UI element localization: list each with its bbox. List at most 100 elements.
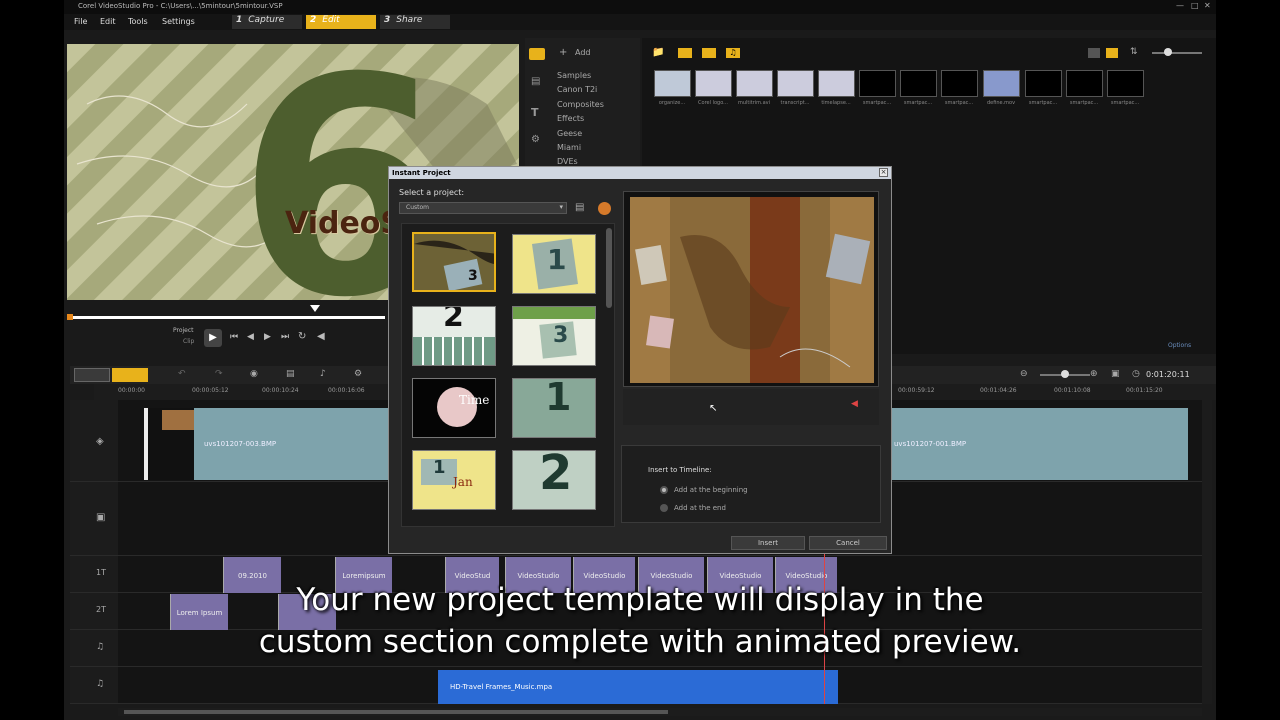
play-button[interactable]: ▶ xyxy=(204,329,222,347)
library-thumb-6[interactable] xyxy=(859,70,896,97)
end-icon[interactable]: ⏭ xyxy=(281,332,289,342)
video-clip-thumbnail[interactable] xyxy=(144,408,196,480)
zoom-out-icon[interactable]: ⊖ xyxy=(1020,369,1028,379)
project-template-list[interactable]: 3 1 2 3 Time 1 1 Jan 2 xyxy=(401,223,615,527)
template-tile[interactable]: 1 Jan xyxy=(412,450,496,510)
timecode-display[interactable]: 0:01:20:11 xyxy=(1146,370,1190,379)
add-folder-label[interactable]: Add xyxy=(575,48,591,57)
video-clip[interactable]: uvs101207-001.BMP xyxy=(890,408,1188,480)
timeline-view-button[interactable] xyxy=(112,368,148,382)
timeline-horizontal-scrollbar[interactable] xyxy=(118,708,1202,716)
video-filter-icon[interactable] xyxy=(678,48,692,58)
volume-icon[interactable]: ◀ xyxy=(851,399,858,409)
minimize-icon[interactable]: — xyxy=(1176,1,1184,10)
template-tile[interactable]: 1 xyxy=(512,234,596,294)
menu-settings[interactable]: Settings xyxy=(162,17,195,26)
library-thumb-2[interactable] xyxy=(695,70,732,97)
instant-project-icon[interactable]: ▤ xyxy=(531,76,540,87)
library-category-samples[interactable]: Samples xyxy=(557,71,591,80)
close-icon[interactable]: ✕ xyxy=(1204,1,1211,10)
radio-beginning[interactable] xyxy=(660,486,668,494)
maximize-icon[interactable]: □ xyxy=(1191,1,1199,10)
template-tile[interactable]: 1 xyxy=(512,378,596,438)
folder-icon[interactable]: 📁 xyxy=(652,47,664,58)
library-thumb-1[interactable] xyxy=(654,70,691,97)
tab-share[interactable]: 3 Share xyxy=(380,15,450,29)
menu-file[interactable]: File xyxy=(74,17,87,26)
import-project-icon[interactable]: ▤ xyxy=(575,202,584,213)
library-thumb-8[interactable] xyxy=(941,70,978,97)
auto-music-icon[interactable]: ♪ xyxy=(320,369,326,379)
menu-tools[interactable]: Tools xyxy=(128,17,148,26)
audio-filter-icon[interactable]: ♫ xyxy=(726,48,740,58)
add-folder-icon[interactable]: + xyxy=(559,47,567,58)
timeline-scroll-thumb[interactable] xyxy=(124,710,668,714)
radio-end-label[interactable]: Add at the end xyxy=(674,504,726,512)
project-mode-label[interactable]: Project xyxy=(173,327,194,334)
radio-end[interactable] xyxy=(660,504,668,512)
record-icon[interactable]: ◉ xyxy=(250,369,258,379)
template-tile-selected[interactable]: 3 xyxy=(412,232,496,292)
library-category-canon[interactable]: Canon T2i xyxy=(557,85,597,94)
trim-marker-in[interactable] xyxy=(67,314,73,320)
library-thumb-4[interactable] xyxy=(777,70,814,97)
template-tile[interactable]: 3 xyxy=(512,306,596,366)
zoom-handle[interactable] xyxy=(1061,370,1069,378)
library-thumb-12[interactable] xyxy=(1107,70,1144,97)
track-manager-icon[interactable]: ⚙ xyxy=(354,369,362,379)
photo-filter-icon[interactable] xyxy=(702,48,716,58)
template-list-scrollbar[interactable] xyxy=(606,228,612,308)
undo-icon[interactable]: ↶ xyxy=(178,369,186,379)
template-tile[interactable]: 2 xyxy=(512,450,596,510)
next-frame-icon[interactable]: ▶ xyxy=(264,332,271,342)
tab-edit[interactable]: 2 Edit xyxy=(306,15,376,29)
options-button[interactable]: Options xyxy=(1168,342,1191,349)
zoom-in-icon[interactable]: ⊕ xyxy=(1090,369,1098,379)
clip-mode-label[interactable]: Clip xyxy=(183,338,194,345)
library-thumb-7[interactable] xyxy=(900,70,937,97)
radio-beginning-label[interactable]: Add at the beginning xyxy=(674,486,748,494)
thumbnail-size-slider[interactable] xyxy=(1152,52,1202,54)
repeat-icon[interactable]: ↻ xyxy=(298,331,306,342)
sort-icon[interactable]: ⇅ xyxy=(1130,47,1138,57)
video-track-header[interactable]: ◈ xyxy=(70,400,118,482)
library-category-miami[interactable]: Miami xyxy=(557,143,581,152)
menu-edit[interactable]: Edit xyxy=(100,17,116,26)
template-tile[interactable]: 2 xyxy=(412,306,496,366)
title-icon[interactable]: T xyxy=(531,106,539,119)
overlay-track-header[interactable]: ▣ xyxy=(70,482,118,556)
web-templates-icon[interactable] xyxy=(598,202,611,215)
library-category-geese[interactable]: Geese xyxy=(557,129,582,138)
storyboard-view-button[interactable] xyxy=(74,368,110,382)
scrub-handle[interactable] xyxy=(310,305,320,312)
mixer-icon[interactable]: ▤ xyxy=(286,369,295,379)
redo-icon[interactable]: ↷ xyxy=(215,369,223,379)
template-tile[interactable]: Time xyxy=(412,378,496,438)
library-thumb-3[interactable] xyxy=(736,70,773,97)
thumbnail-view-icon[interactable] xyxy=(1106,48,1118,58)
media-icon[interactable] xyxy=(529,48,545,60)
volume-icon[interactable]: ◀ xyxy=(317,331,325,342)
thumbnail-size-handle[interactable] xyxy=(1164,48,1172,56)
cancel-button[interactable]: Cancel xyxy=(809,536,887,550)
dialog-close-button[interactable]: × xyxy=(879,168,888,177)
library-thumb-10[interactable] xyxy=(1025,70,1062,97)
project-category-dropdown[interactable]: Custom ▾ xyxy=(399,202,567,214)
video-clip[interactable]: uvs101207-003.BMP xyxy=(194,408,388,480)
music-clip[interactable]: HD-Travel Frames_Music.mpa xyxy=(438,670,838,704)
library-thumb-5[interactable] xyxy=(818,70,855,97)
library-thumb-11[interactable] xyxy=(1066,70,1103,97)
graphic-icon[interactable]: ⚙ xyxy=(531,134,540,145)
tab-capture[interactable]: 1 Capture xyxy=(232,15,302,29)
scrub-bar[interactable] xyxy=(67,300,389,324)
library-category-dves[interactable]: DVEs xyxy=(557,157,578,166)
previous-frame-icon[interactable]: ◀ xyxy=(247,332,254,342)
library-category-effects[interactable]: Effects xyxy=(557,114,584,123)
library-category-composites[interactable]: Composites xyxy=(557,100,604,109)
insert-button[interactable]: Insert xyxy=(731,536,805,550)
list-view-icon[interactable] xyxy=(1088,48,1100,58)
home-icon[interactable]: ⏮ xyxy=(230,332,238,342)
music-track-header[interactable]: ♫ xyxy=(70,667,118,704)
fit-project-icon[interactable]: ▣ xyxy=(1111,369,1120,379)
library-thumb-9[interactable] xyxy=(983,70,1020,97)
